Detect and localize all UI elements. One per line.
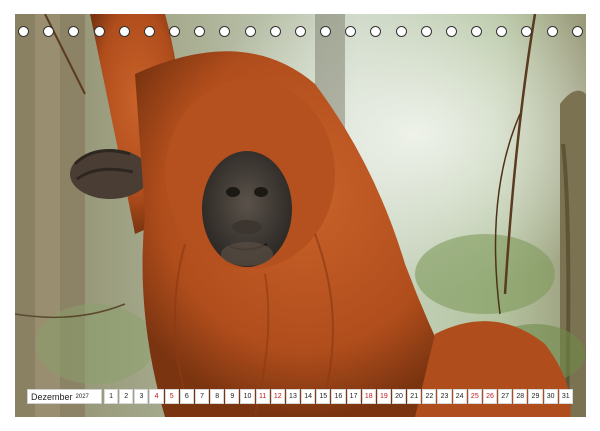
binding-ring bbox=[445, 25, 457, 37]
binding-ring bbox=[521, 25, 533, 37]
calendar-page: Dezember 2027 1 2 3 4 5 6 7 8 9 10 11 12 13 14 15 16 17 1… bbox=[0, 0, 600, 431]
day-cell: 22 bbox=[422, 389, 437, 404]
day-cell: 11 bbox=[255, 389, 270, 404]
binding-ring bbox=[269, 25, 281, 37]
day-cell: 17 bbox=[346, 389, 361, 404]
day-cell: 4 bbox=[149, 389, 164, 404]
binding-ring bbox=[420, 25, 432, 37]
binding-ring bbox=[18, 25, 29, 37]
binding-ring bbox=[93, 25, 105, 37]
month-name: Dezember bbox=[31, 391, 73, 402]
day-cell: 24 bbox=[452, 389, 467, 404]
binding-ring bbox=[118, 25, 130, 37]
day-cell: 16 bbox=[331, 389, 346, 404]
day-cell: 21 bbox=[407, 389, 422, 404]
binding-ring bbox=[219, 25, 231, 37]
day-cells: 1 2 3 4 5 6 7 8 9 10 11 12 13 14 15 16 17 18 19 20 21 22 23 24 2… bbox=[104, 389, 573, 404]
month-label: Dezember 2027 bbox=[27, 389, 102, 404]
binding-ring bbox=[244, 25, 256, 37]
binding-ring bbox=[571, 25, 583, 37]
day-cell: 2 bbox=[119, 389, 134, 404]
month-year: 2027 bbox=[75, 393, 89, 400]
binding-ring bbox=[370, 25, 382, 37]
binding-ring bbox=[143, 25, 155, 37]
binding-ring bbox=[345, 25, 357, 37]
day-cell: 27 bbox=[498, 389, 513, 404]
day-cell: 19 bbox=[376, 389, 391, 404]
day-cell: 10 bbox=[240, 389, 255, 404]
binding-ring bbox=[471, 25, 483, 37]
day-cell: 26 bbox=[482, 389, 498, 404]
day-cell: 14 bbox=[301, 389, 316, 404]
binding-ring bbox=[43, 25, 55, 37]
day-cell: 15 bbox=[316, 389, 331, 404]
day-cell: 20 bbox=[391, 389, 407, 404]
day-cell: 18 bbox=[361, 389, 376, 404]
day-cell: 25 bbox=[467, 389, 482, 404]
day-cell: 29 bbox=[528, 389, 543, 404]
binding-ring bbox=[169, 25, 181, 37]
day-cell: 6 bbox=[179, 389, 194, 404]
day-cell: 31 bbox=[558, 389, 573, 404]
day-cell: 28 bbox=[513, 389, 528, 404]
day-cell: 12 bbox=[270, 389, 285, 404]
day-cell: 5 bbox=[164, 389, 179, 404]
binding-ring bbox=[395, 25, 407, 37]
binding-ring bbox=[68, 25, 80, 37]
day-cell: 13 bbox=[285, 389, 301, 404]
binding-ring bbox=[194, 25, 206, 37]
calendar-strip: Dezember 2027 1 2 3 4 5 6 7 8 9 10 11 12 13 14 15 16 17 1… bbox=[27, 389, 573, 404]
binding-ring bbox=[294, 25, 306, 37]
day-cell: 30 bbox=[543, 389, 558, 404]
day-cell: 3 bbox=[134, 389, 149, 404]
day-cell: 7 bbox=[194, 389, 210, 404]
orangutan-photo bbox=[15, 14, 586, 417]
day-cell: 8 bbox=[210, 389, 225, 404]
binding-ring bbox=[320, 25, 332, 37]
binding-ring bbox=[496, 25, 508, 37]
day-cell: 23 bbox=[437, 389, 452, 404]
binding-ring bbox=[546, 25, 558, 37]
day-cell: 1 bbox=[104, 389, 119, 404]
binding-rings bbox=[18, 23, 583, 39]
day-cell: 9 bbox=[225, 389, 240, 404]
